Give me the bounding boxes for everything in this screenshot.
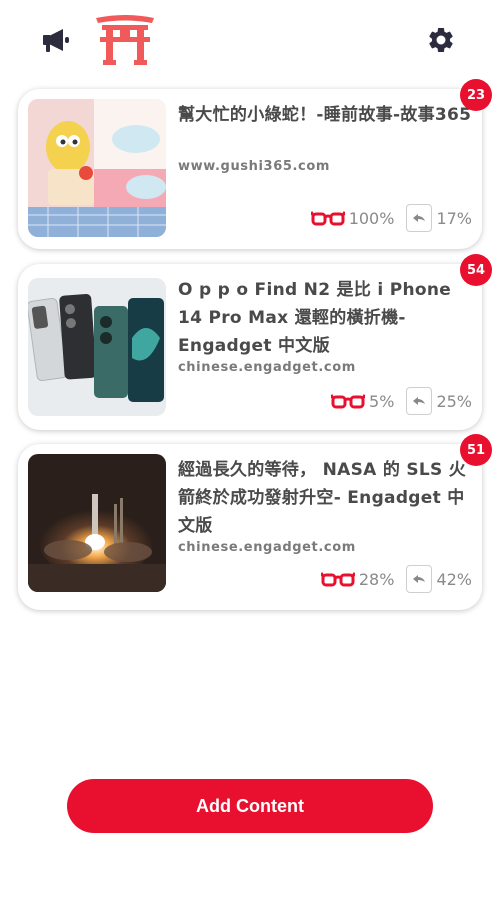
card-stats: 100% 17% xyxy=(310,203,472,233)
share-icon xyxy=(406,387,433,415)
gear-icon[interactable] xyxy=(420,20,462,60)
share-percentage: 25% xyxy=(436,391,472,411)
card-title: 經過長久的等待， NASA 的 SLS 火箭終於成功發射升空- Engadget… xyxy=(178,460,467,536)
card-domain: www.gushi365.com xyxy=(178,159,331,174)
story-book-thumbnail xyxy=(28,99,166,237)
share-percentage: 17% xyxy=(436,208,472,228)
read-percentage: 5% xyxy=(369,391,395,411)
card-stats: 28% 42% xyxy=(320,564,472,594)
glasses-icon xyxy=(310,208,345,228)
count-badge: 23 xyxy=(460,79,492,111)
share-percentage: 42% xyxy=(436,569,472,589)
card-title: O p p o Find N2 是比 i Phone 14 Pro Max 還輕… xyxy=(178,280,452,356)
content-card[interactable]: 幫大忙的小綠蛇！-睡前故事-故事365 www.gushi365.com 100… xyxy=(18,79,492,249)
content-card[interactable]: 經過長久的等待， NASA 的 SLS 火箭終於成功發射升空- Engadget… xyxy=(18,434,492,610)
count-badge: 51 xyxy=(460,434,492,466)
content-card[interactable]: O p p o Find N2 是比 i Phone 14 Pro Max 還輕… xyxy=(18,254,492,430)
share-icon xyxy=(406,204,433,232)
read-percentage: 28% xyxy=(358,569,395,589)
rocket-launch-thumbnail xyxy=(28,454,166,592)
read-percentage: 100% xyxy=(348,208,395,228)
count-badge: 54 xyxy=(460,254,492,286)
phone-thumbnail xyxy=(28,278,166,416)
card-stats: 5% 25% xyxy=(331,386,472,416)
megaphone-icon[interactable] xyxy=(38,22,78,58)
share-icon xyxy=(406,565,433,593)
card-domain: chinese.engadget.com xyxy=(178,540,356,555)
glasses-icon xyxy=(331,391,366,411)
top-bar xyxy=(0,0,499,80)
torii-gate-icon xyxy=(92,10,158,68)
card-title: 幫大忙的小綠蛇！-睡前故事-故事365 xyxy=(178,105,472,125)
glasses-icon xyxy=(320,569,355,589)
add-content-button[interactable]: Add Content xyxy=(67,779,433,833)
card-domain: chinese.engadget.com xyxy=(178,360,356,375)
